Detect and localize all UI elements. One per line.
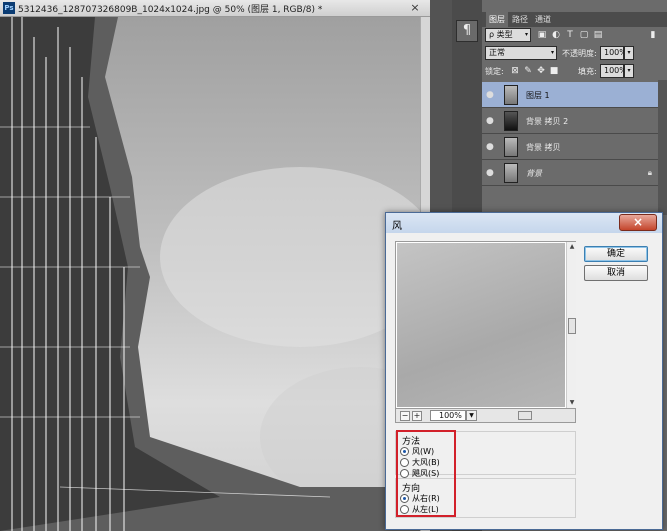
filter-preview: ▲ ▼ bbox=[395, 241, 576, 409]
filter-toggle-icon[interactable]: ▮ bbox=[648, 30, 658, 40]
document-titlebar: Ps 5312436_128707326809B_1024x1024.jpg @… bbox=[0, 0, 430, 17]
zoom-out-button[interactable]: − bbox=[400, 411, 410, 421]
layer-kind-label: ρ 类型 bbox=[489, 30, 513, 39]
lock-transparency-icon[interactable]: ⊠ bbox=[510, 66, 520, 76]
layer-row[interactable]: ● 背景 🔒︎ bbox=[482, 160, 658, 186]
lock-all-icon[interactable]: ■ bbox=[549, 66, 559, 76]
layer-kind-filter[interactable]: ρ 类型 ▾ bbox=[485, 28, 531, 42]
lock-label: 锁定: bbox=[485, 67, 504, 76]
zoom-level-field[interactable]: 100% bbox=[430, 410, 466, 421]
layer-thumbnail bbox=[504, 137, 518, 157]
wind-filter-dialog: 风 × ▲ ▼ − + 100% ▼ 确定 取消 方法 风(W) 大风(B) 飓… bbox=[385, 212, 663, 530]
annotation-highlight-box bbox=[396, 430, 456, 517]
preview-horizontal-scroll-thumb[interactable] bbox=[518, 411, 532, 420]
zoom-in-button[interactable]: + bbox=[412, 411, 422, 421]
zoom-dropdown-button[interactable]: ▼ bbox=[466, 410, 477, 421]
layer-row[interactable]: ● 背景 拷贝 2 bbox=[482, 108, 658, 134]
type-filter-icon[interactable]: T bbox=[565, 30, 575, 40]
layer-thumbnail bbox=[504, 163, 518, 183]
shape-filter-icon[interactable]: ▢ bbox=[579, 30, 589, 40]
chevron-down-icon: ▾ bbox=[550, 49, 554, 56]
pixel-filter-icon[interactable]: ▣ bbox=[537, 30, 547, 40]
eye-icon[interactable]: ● bbox=[486, 168, 498, 178]
opacity-input[interactable]: 100% bbox=[600, 46, 627, 60]
preview-zoom-bar: − + 100% ▼ bbox=[395, 409, 576, 423]
layer-thumbnail bbox=[504, 111, 518, 131]
document-close-button[interactable]: × bbox=[408, 1, 422, 15]
document-title: 5312436_128707326809B_1024x1024.jpg @ 50… bbox=[18, 5, 323, 15]
smart-object-filter-icon[interactable]: ▤ bbox=[593, 30, 603, 40]
blend-mode-select[interactable]: 正常 ▾ bbox=[485, 46, 557, 60]
blend-mode-value: 正常 bbox=[489, 48, 505, 57]
tab-channels[interactable]: 通道 bbox=[532, 12, 554, 27]
preview-vertical-scrollbar[interactable]: ▲ ▼ bbox=[566, 242, 576, 408]
layer-name: 背景 bbox=[526, 169, 542, 178]
ok-button[interactable]: 确定 bbox=[584, 246, 648, 262]
layer-name: 背景 拷贝 bbox=[526, 143, 561, 152]
eye-icon[interactable]: ● bbox=[486, 90, 498, 100]
preview-image[interactable] bbox=[397, 243, 565, 407]
layer-thumbnail bbox=[504, 85, 518, 105]
lock-pixels-icon[interactable]: ✎ bbox=[523, 66, 533, 76]
fill-input[interactable]: 100% bbox=[600, 64, 627, 78]
layer-row[interactable]: ● 图层 1 bbox=[482, 82, 658, 108]
layer-row[interactable]: ● 背景 拷贝 bbox=[482, 134, 658, 160]
photoshop-logo-icon: Ps bbox=[3, 2, 15, 14]
chevron-down-icon: ▾ bbox=[524, 31, 528, 38]
layers-list: ● 图层 1 ● 背景 拷贝 2 ● 背景 拷贝 ● 背景 🔒︎ bbox=[482, 80, 658, 215]
preview-scroll-thumb[interactable] bbox=[568, 318, 576, 334]
dialog-title: 风 bbox=[392, 221, 402, 232]
cancel-button[interactable]: 取消 bbox=[584, 265, 648, 281]
lock-icon: 🔒︎ bbox=[647, 168, 652, 177]
opacity-dropdown-button[interactable]: ▾ bbox=[624, 46, 634, 60]
tab-layers[interactable]: 图层 bbox=[486, 12, 508, 27]
layer-name: 图层 1 bbox=[526, 91, 550, 100]
tab-paths[interactable]: 路径 bbox=[509, 12, 531, 27]
fill-dropdown-button[interactable]: ▾ bbox=[624, 64, 634, 78]
fill-label: 填充: bbox=[578, 67, 597, 76]
scroll-down-arrow-icon[interactable]: ▼ bbox=[567, 398, 577, 408]
eye-icon[interactable]: ● bbox=[486, 116, 498, 126]
scroll-up-arrow-icon[interactable]: ▲ bbox=[567, 242, 577, 252]
layer-name: 背景 拷贝 2 bbox=[526, 117, 569, 126]
document-canvas[interactable] bbox=[0, 17, 420, 531]
layers-scrollbar[interactable] bbox=[658, 80, 667, 215]
cityscape-image bbox=[0, 17, 420, 531]
adjustment-filter-icon[interactable]: ◐ bbox=[551, 30, 561, 40]
paragraph-panel-button[interactable]: ¶ bbox=[456, 20, 478, 42]
dialog-titlebar[interactable]: 风 × bbox=[386, 213, 662, 233]
lock-position-icon[interactable]: ✥ bbox=[536, 66, 546, 76]
opacity-label: 不透明度: bbox=[562, 49, 597, 58]
eye-icon[interactable]: ● bbox=[486, 142, 498, 152]
panel-tab-bar: 图层 路径 通道 bbox=[482, 12, 667, 27]
dialog-close-button[interactable]: × bbox=[619, 214, 657, 231]
layers-panel: 图层 路径 通道 ρ 类型 ▾ ▣ ◐ T ▢ ▤ ▮ 正常 ▾ 不透明度: 1… bbox=[482, 0, 667, 215]
